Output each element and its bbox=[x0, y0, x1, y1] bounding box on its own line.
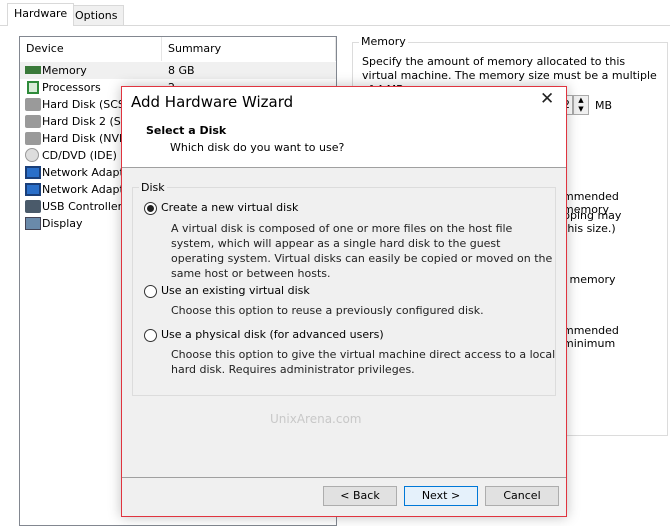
tab-options[interactable]: Options bbox=[68, 5, 125, 25]
disk-group-label: Disk bbox=[139, 181, 167, 194]
wizard-header: Add Hardware Wizard ✕ Select a Disk Whic… bbox=[122, 87, 566, 168]
device-name: Display bbox=[42, 217, 83, 230]
memory-spinner[interactable]: ▲ ▼ bbox=[573, 95, 589, 115]
memory-legend: Memory bbox=[359, 35, 408, 48]
column-device[interactable]: Device bbox=[20, 37, 162, 61]
next-button[interactable]: Next > bbox=[404, 486, 478, 506]
device-name: Hard Disk (SCSI) bbox=[42, 98, 133, 111]
device-summary: 8 GB bbox=[168, 64, 195, 77]
button-divider bbox=[122, 477, 566, 478]
hard-disk-icon bbox=[25, 98, 41, 111]
tab-divider bbox=[0, 25, 670, 26]
radio-create-new-disk[interactable] bbox=[144, 202, 157, 215]
network-adapter-icon bbox=[25, 166, 41, 179]
usb-icon bbox=[25, 200, 41, 213]
watermark: UnixArena.com bbox=[270, 412, 362, 426]
device-row-memory[interactable]: Memory 8 GB bbox=[20, 62, 336, 79]
memory-unit: MB bbox=[595, 99, 613, 112]
device-name: Processors bbox=[42, 81, 101, 94]
guest-memory-text: l memory bbox=[563, 273, 616, 286]
radio-use-physical-disk[interactable] bbox=[144, 329, 157, 342]
wizard-title: Add Hardware Wizard bbox=[131, 93, 294, 111]
disk-group: Disk Create a new virtual disk A virtual… bbox=[132, 181, 556, 396]
back-button[interactable]: < Back bbox=[323, 486, 397, 506]
swapping-note-text: pping may bbox=[563, 209, 622, 222]
add-hardware-wizard-dialog: Add Hardware Wizard ✕ Select a Disk Whic… bbox=[121, 86, 567, 517]
processor-icon bbox=[27, 81, 39, 94]
close-icon[interactable]: ✕ bbox=[540, 89, 554, 109]
device-name: CD/DVD (IDE) bbox=[42, 149, 117, 162]
radio-use-existing-disk[interactable] bbox=[144, 285, 157, 298]
option-label-physical[interactable]: Use a physical disk (for advanced users) bbox=[161, 328, 384, 341]
network-adapter-icon bbox=[25, 183, 41, 196]
swapping-note-text-2: this size.) bbox=[563, 222, 616, 235]
option-desc-create-new: A virtual disk is composed of one or mor… bbox=[171, 222, 553, 280]
device-name: USB Controller bbox=[42, 200, 123, 213]
hard-disk-icon bbox=[25, 115, 41, 128]
wizard-subheading: Which disk do you want to use? bbox=[170, 141, 345, 154]
wizard-heading: Select a Disk bbox=[146, 124, 227, 137]
option-label-create-new[interactable]: Create a new virtual disk bbox=[161, 201, 298, 214]
option-label-use-existing[interactable]: Use an existing virtual disk bbox=[161, 284, 310, 297]
display-icon bbox=[25, 217, 41, 230]
device-name: Memory bbox=[42, 64, 87, 77]
option-desc-physical: Choose this option to give the virtual m… bbox=[171, 348, 556, 376]
tab-hardware[interactable]: Hardware bbox=[7, 3, 75, 26]
hard-disk-icon bbox=[25, 132, 41, 145]
cancel-button[interactable]: Cancel bbox=[485, 486, 559, 506]
column-summary[interactable]: Summary bbox=[162, 37, 336, 61]
recommended-minimum-text: mmended minimum bbox=[563, 324, 619, 350]
memory-icon bbox=[25, 66, 41, 74]
option-desc-use-existing: Choose this option to reuse a previously… bbox=[171, 304, 484, 317]
cd-dvd-icon bbox=[25, 148, 39, 162]
